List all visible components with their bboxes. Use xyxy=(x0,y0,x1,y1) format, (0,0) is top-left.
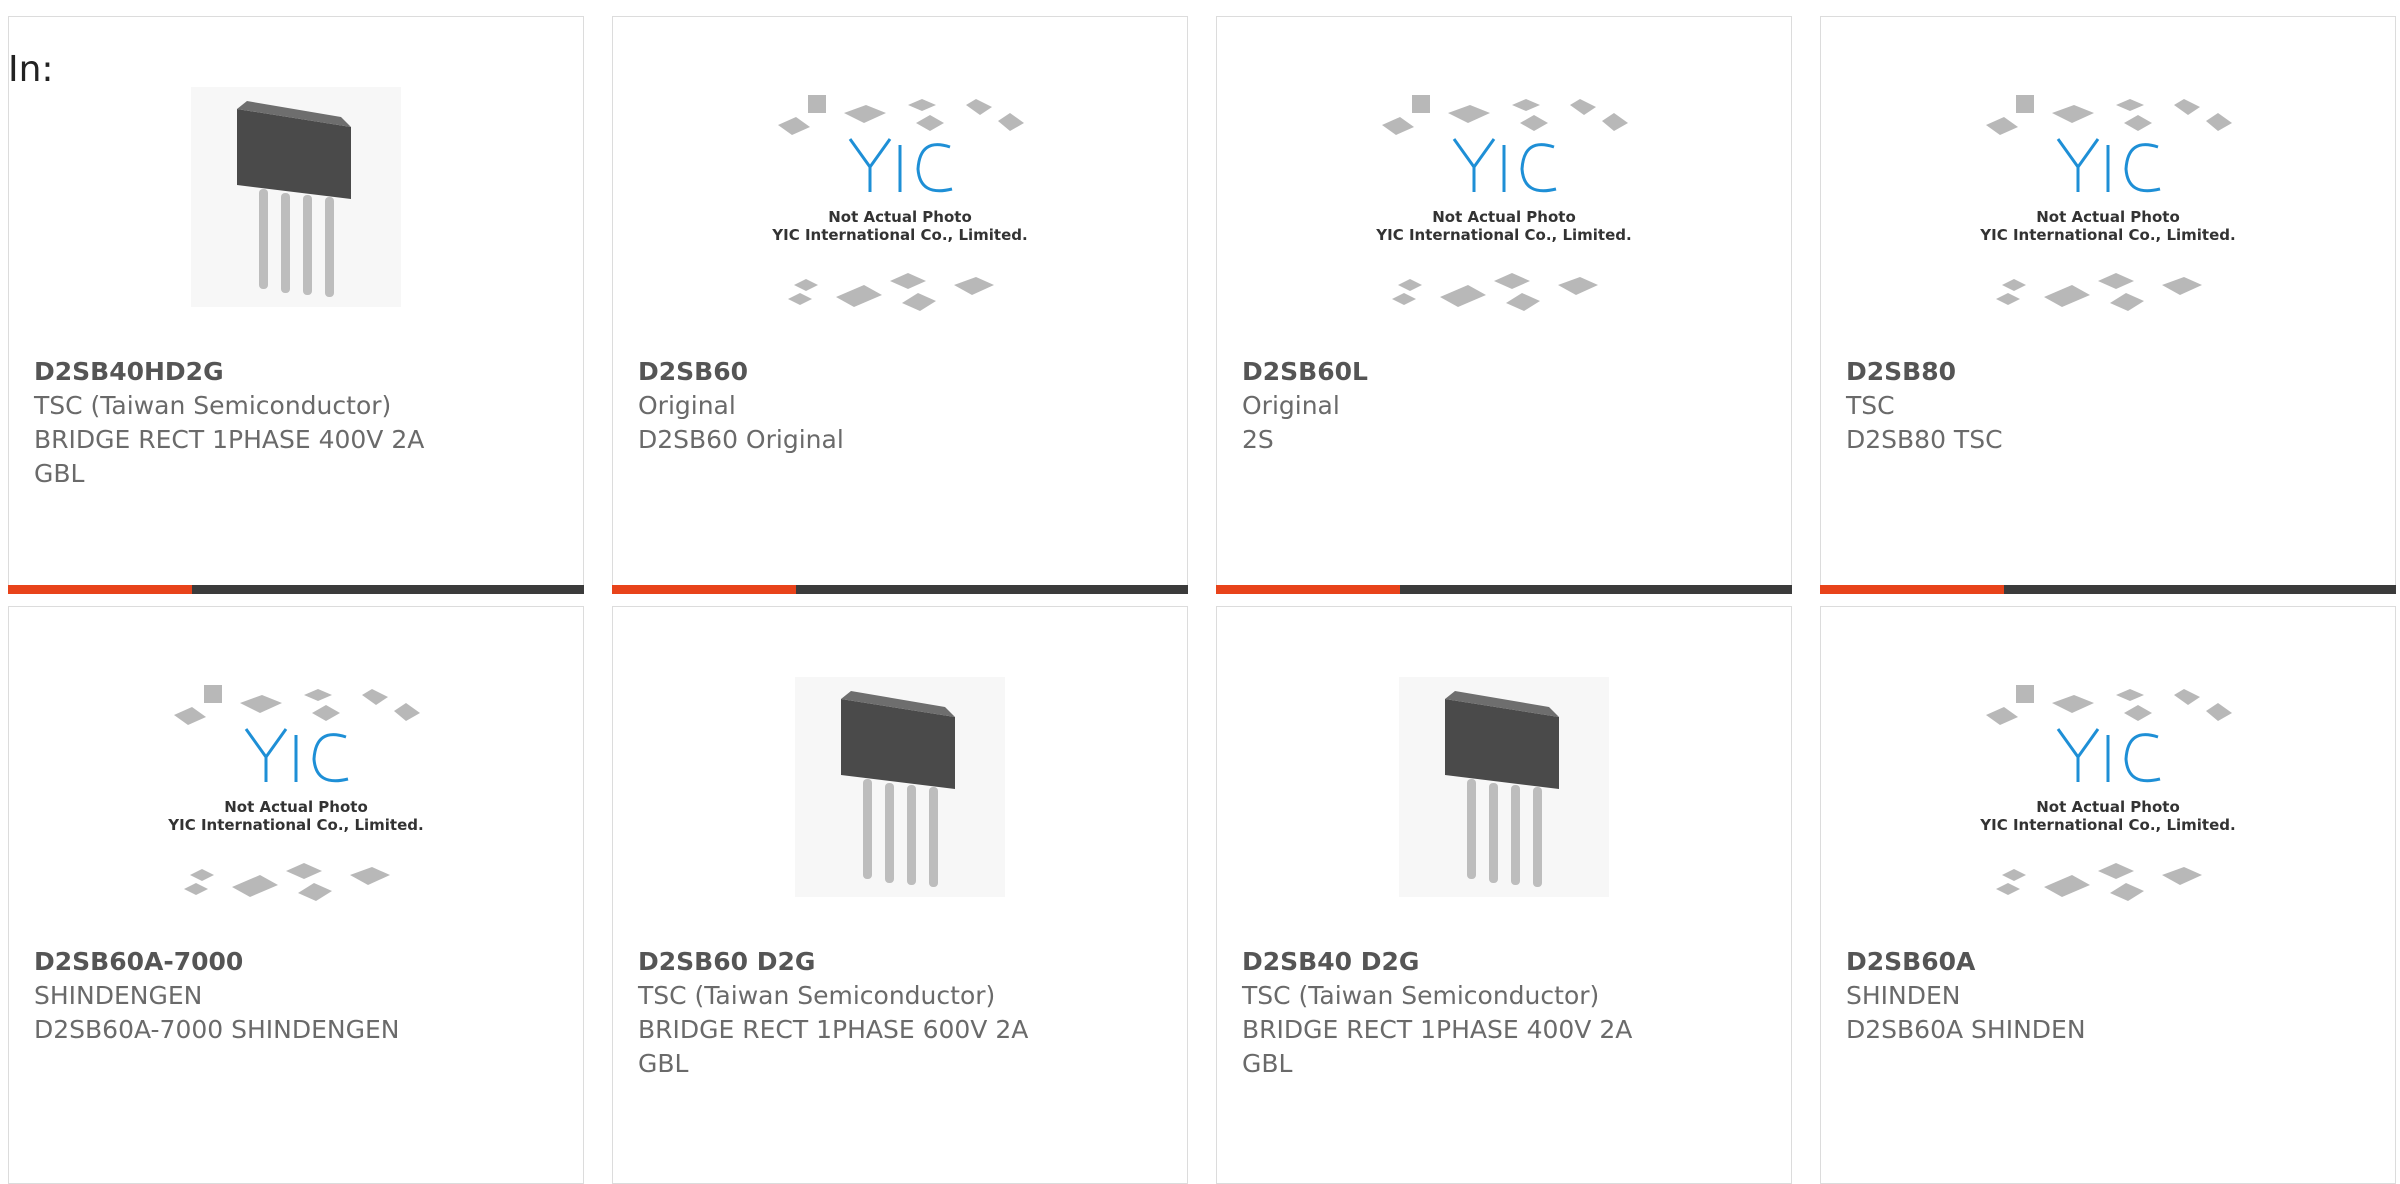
placeholder-text-1: Not Actual Photo xyxy=(2036,798,2180,816)
product-package: GBL xyxy=(1242,1049,1293,1078)
product-description: D2SB60A-7000 SHINDENGEN xyxy=(34,1015,400,1044)
product-description: D2SB60A SHINDEN xyxy=(1846,1015,2086,1044)
product-grid: D2SB40HD2G TSC (Taiwan Semiconductor) BR… xyxy=(8,16,2400,1184)
placeholder-text-2: YIC International Co., Limited. xyxy=(167,816,423,834)
card-bottom-bar xyxy=(1216,585,1792,594)
product-title[interactable]: D2SB60A xyxy=(1846,945,1975,979)
product-card-4[interactable]: Not Actual Photo YIC International Co., … xyxy=(8,606,584,1184)
product-card-3[interactable]: Not Actual Photo YIC International Co., … xyxy=(1820,16,2396,594)
card-bottom-bar xyxy=(8,585,584,594)
placeholder-image[interactable]: Not Actual Photo YIC International Co., … xyxy=(770,87,1030,337)
product-manufacturer: TSC xyxy=(1846,391,1895,420)
product-description: D2SB60 Original xyxy=(638,425,844,454)
placeholder-text-1: Not Actual Photo xyxy=(828,208,972,226)
product-package: GBL xyxy=(638,1049,689,1078)
product-manufacturer: TSC (Taiwan Semiconductor) xyxy=(1242,981,1600,1010)
product-image[interactable] xyxy=(795,677,1005,897)
card-bottom-bar xyxy=(612,585,1188,594)
card-accent-bar xyxy=(8,585,193,594)
product-manufacturer: Original xyxy=(638,391,736,420)
placeholder-text-2: YIC International Co., Limited. xyxy=(1375,226,1631,244)
product-title[interactable]: D2SB60 xyxy=(638,355,748,389)
product-card-0[interactable]: D2SB40HD2G TSC (Taiwan Semiconductor) BR… xyxy=(8,16,584,594)
product-manufacturer: TSC (Taiwan Semiconductor) xyxy=(638,981,996,1010)
product-description: D2SB80 TSC xyxy=(1846,425,2003,454)
placeholder-text-2: YIC International Co., Limited. xyxy=(1979,226,2235,244)
product-package: GBL xyxy=(34,459,85,488)
product-card-6[interactable]: D2SB40 D2G TSC (Taiwan Semiconductor) BR… xyxy=(1216,606,1792,1184)
product-description: 2S xyxy=(1242,425,1274,454)
placeholder-text-1: Not Actual Photo xyxy=(2036,208,2180,226)
placeholder-text-2: YIC International Co., Limited. xyxy=(771,226,1027,244)
in-label: In: xyxy=(8,49,54,90)
card-bottom-bar xyxy=(1820,585,2396,594)
card-accent-bar xyxy=(1820,585,2005,594)
placeholder-image[interactable]: Not Actual Photo YIC International Co., … xyxy=(1978,677,2238,927)
product-image[interactable] xyxy=(1399,677,1609,897)
product-title[interactable]: D2SB80 xyxy=(1846,355,1956,389)
placeholder-text-2: YIC International Co., Limited. xyxy=(1979,816,2235,834)
product-description: BRIDGE RECT 1PHASE 400V 2A xyxy=(34,425,425,454)
product-card-7[interactable]: Not Actual Photo YIC International Co., … xyxy=(1820,606,2396,1184)
card-accent-bar xyxy=(612,585,797,594)
placeholder-image[interactable]: Not Actual Photo YIC International Co., … xyxy=(1978,87,2238,337)
placeholder-text-1: Not Actual Photo xyxy=(224,798,368,816)
product-description: BRIDGE RECT 1PHASE 400V 2A xyxy=(1242,1015,1633,1044)
product-manufacturer: SHINDENGEN xyxy=(34,981,203,1010)
placeholder-image[interactable]: Not Actual Photo YIC International Co., … xyxy=(166,677,426,927)
product-card-5[interactable]: D2SB60 D2G TSC (Taiwan Semiconductor) BR… xyxy=(612,606,1188,1184)
product-title[interactable]: D2SB40HD2G xyxy=(34,355,224,389)
product-manufacturer: Original xyxy=(1242,391,1340,420)
product-card-1[interactable]: Not Actual Photo YIC International Co., … xyxy=(612,16,1188,594)
product-title[interactable]: D2SB60A-7000 xyxy=(34,945,243,979)
placeholder-image[interactable]: Not Actual Photo YIC International Co., … xyxy=(1374,87,1634,337)
product-title[interactable]: D2SB40 D2G xyxy=(1242,945,1419,979)
product-description: BRIDGE RECT 1PHASE 600V 2A xyxy=(638,1015,1029,1044)
card-accent-bar xyxy=(1216,585,1401,594)
placeholder-text-1: Not Actual Photo xyxy=(1432,208,1576,226)
product-title[interactable]: D2SB60L xyxy=(1242,355,1368,389)
product-manufacturer: SHINDEN xyxy=(1846,981,1961,1010)
product-card-2[interactable]: Not Actual Photo YIC International Co., … xyxy=(1216,16,1792,594)
product-manufacturer: TSC (Taiwan Semiconductor) xyxy=(34,391,392,420)
product-image[interactable] xyxy=(191,87,401,307)
product-title[interactable]: D2SB60 D2G xyxy=(638,945,815,979)
